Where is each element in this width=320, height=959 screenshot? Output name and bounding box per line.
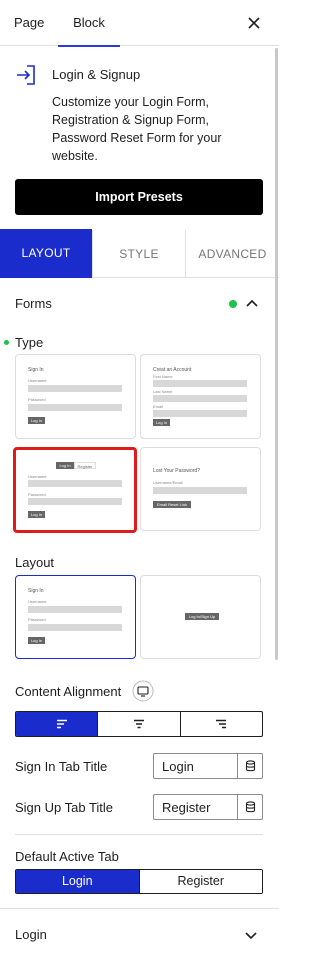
- preset-tab-register: Register: [74, 462, 96, 469]
- settings-tabs: LAYOUT STYLE ADVANCED: [0, 229, 279, 278]
- align-center-button[interactable]: [97, 712, 179, 736]
- signup-tab-title-input[interactable]: [154, 795, 238, 819]
- type-preset-tabbed[interactable]: Log In Register Username Password Log In: [13, 447, 137, 533]
- alignment-control: [15, 711, 263, 737]
- block-card: Login & Signup Customize your Login Form…: [0, 47, 279, 227]
- tab-style[interactable]: STYLE: [92, 230, 185, 278]
- content-alignment-label: Content Alignment: [15, 684, 122, 699]
- dynamic-data-button[interactable]: [237, 795, 262, 819]
- preset-label: Last Name: [153, 389, 173, 394]
- type-preset-signin[interactable]: Sign In Username Password Log In: [15, 354, 136, 439]
- align-left-button[interactable]: [16, 712, 98, 736]
- import-presets-button[interactable]: Import Presets: [15, 179, 263, 215]
- desktop-icon[interactable]: [132, 680, 154, 702]
- preset-input: [153, 487, 247, 494]
- preset-title: Lost Your Password?: [153, 468, 200, 474]
- tab-page[interactable]: Page: [14, 0, 44, 46]
- divider: [0, 908, 279, 909]
- preset-input: [153, 380, 247, 387]
- align-left-icon: [57, 719, 67, 729]
- scrollbar[interactable]: [275, 48, 278, 660]
- preset-input: [153, 410, 247, 417]
- preset-button: Log In: [153, 419, 170, 426]
- login-arrow-icon: [17, 65, 35, 85]
- preset-input: [28, 480, 122, 487]
- block-description: Customize your Login Form, Registration …: [52, 95, 222, 163]
- preset-input: [28, 404, 122, 411]
- signin-tab-title-field: [153, 753, 263, 779]
- preset-title: Sign In: [28, 588, 44, 594]
- editor-sidebar-header: Page Block: [0, 0, 279, 47]
- preset-input: [153, 395, 247, 402]
- preset-input: [28, 498, 122, 505]
- preset-title: Creat an Account: [153, 367, 192, 373]
- preset-label: Email: [153, 404, 164, 409]
- forms-section-toggle[interactable]: Forms: [0, 280, 279, 328]
- signin-tab-title-label: Sign In Tab Title: [15, 759, 108, 774]
- preset-title: Sign In: [28, 367, 44, 373]
- preset-input: [28, 385, 122, 392]
- preset-tab-login: Log In: [56, 462, 74, 469]
- block-title: Login & Signup: [52, 67, 141, 82]
- preset-button: Log In/Sign Up: [185, 613, 219, 620]
- align-center-icon: [134, 719, 145, 729]
- preset-label: First Name: [153, 374, 173, 379]
- preset-label: Password: [28, 617, 46, 622]
- tab-advanced[interactable]: ADVANCED: [185, 230, 279, 278]
- default-active-tab-control: Login Register: [15, 869, 263, 894]
- divider: [15, 834, 263, 835]
- preset-button: Email Reset Link: [153, 501, 191, 508]
- align-right-button[interactable]: [179, 712, 262, 736]
- forms-section-label: Forms: [15, 296, 52, 311]
- layout-label: Layout: [15, 555, 55, 570]
- layout-option-popup[interactable]: Log In/Sign Up: [140, 575, 261, 659]
- preset-label: Password: [28, 492, 46, 497]
- preset-button: Log In: [28, 417, 45, 424]
- login-section-toggle[interactable]: Login: [0, 910, 279, 958]
- chevron-up-icon: [246, 299, 258, 307]
- preset-input: [28, 606, 122, 613]
- type-modified-dot: [4, 340, 9, 345]
- dynamic-data-button[interactable]: [237, 754, 262, 778]
- default-active-tab-label: Default Active Tab: [15, 849, 119, 864]
- tab-layout[interactable]: LAYOUT: [0, 229, 92, 278]
- tab-block[interactable]: Block: [58, 0, 120, 47]
- status-dot: [229, 300, 237, 308]
- type-preset-lost-password[interactable]: Lost Your Password? Username/Email Email…: [140, 447, 261, 531]
- preset-label: Username: [28, 378, 47, 383]
- signup-tab-title-field: [153, 794, 263, 820]
- default-tab-login-button[interactable]: Login: [16, 870, 139, 893]
- preset-label: Username: [28, 474, 47, 479]
- preset-input: [28, 624, 122, 631]
- preset-button: Log In: [28, 637, 45, 644]
- preset-label: Password: [28, 397, 46, 402]
- database-icon: [245, 760, 256, 772]
- preset-button: Log In: [28, 511, 45, 518]
- database-icon: [245, 801, 256, 813]
- signup-tab-title-label: Sign Up Tab Title: [15, 800, 114, 815]
- preset-label: Username/Email: [153, 480, 183, 485]
- type-label: Type: [15, 335, 44, 350]
- layout-option-standard[interactable]: Sign In Username Password Log In: [15, 575, 136, 659]
- align-right-icon: [215, 719, 226, 729]
- login-section-label: Login: [15, 927, 47, 942]
- preset-label: Username: [28, 599, 47, 604]
- default-tab-register-button[interactable]: Register: [138, 870, 262, 893]
- signin-tab-title-input[interactable]: [154, 754, 238, 778]
- close-icon[interactable]: [245, 14, 263, 32]
- chevron-down-icon: [245, 932, 257, 940]
- type-preset-create-account[interactable]: Creat an Account First Name Last Name Em…: [140, 354, 261, 439]
